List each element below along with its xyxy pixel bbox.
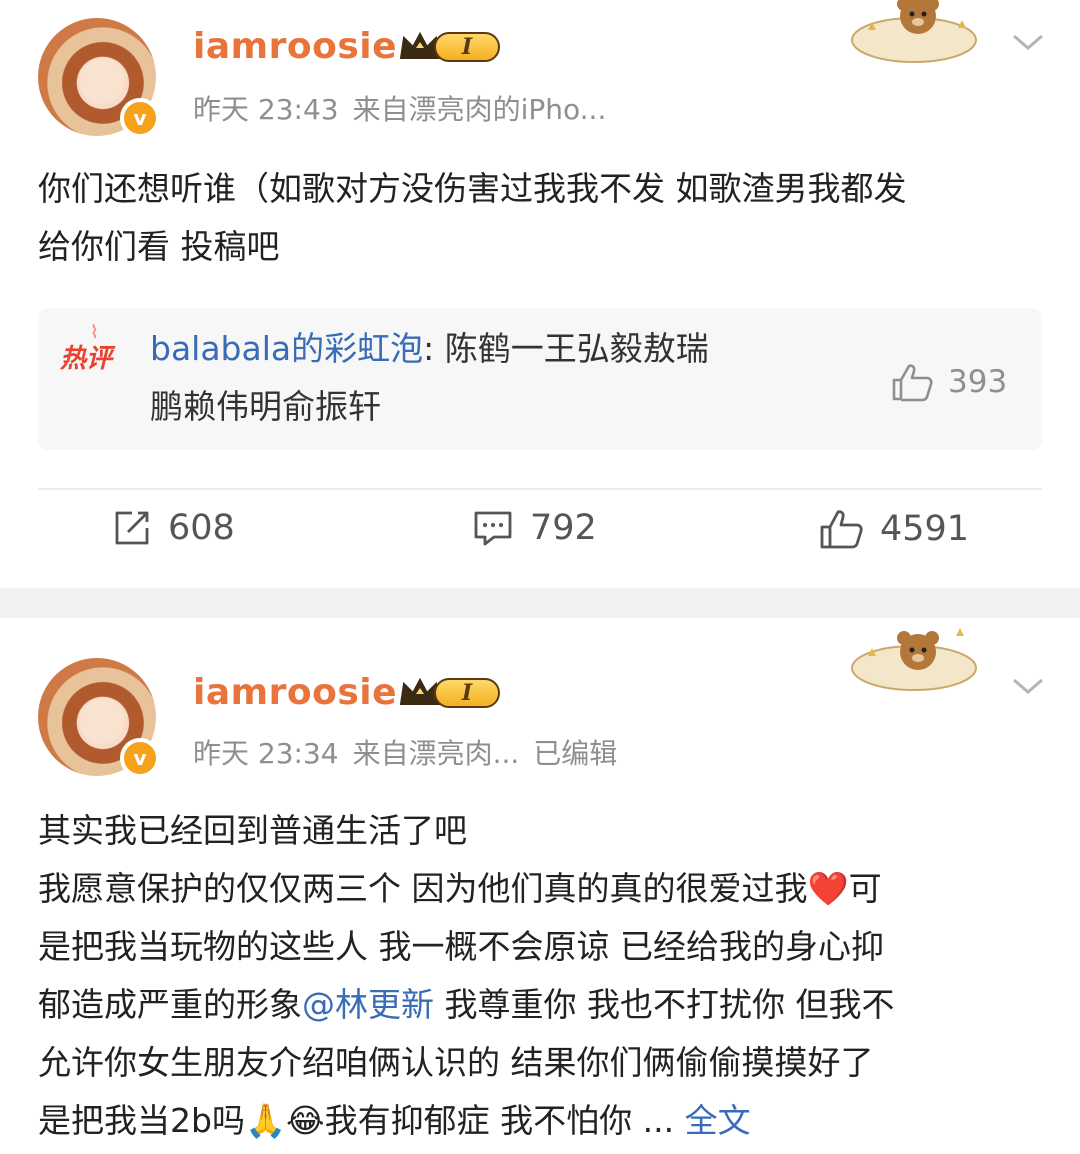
post-time: 昨天 23:34 <box>193 737 339 770</box>
hot-comment-text: balabala的彩虹泡: 陈鹤一王弘毅敖瑞 鹏赖伟明俞振轩 <box>150 320 870 436</box>
like-button[interactable]: 4591 <box>818 508 969 550</box>
level-label: I <box>434 678 500 708</box>
content-text: 我有抑郁症 我不怕你 ... <box>324 1101 675 1140</box>
mention-link[interactable]: @林更新 <box>302 985 434 1024</box>
post-content: 你们还想听谁（如歌对方没伤害过我我不发 如歌渣男我都发 给你们看 投稿吧 <box>38 160 1048 276</box>
repost-icon <box>115 511 149 545</box>
chevron-down-icon[interactable] <box>1010 674 1046 698</box>
post-content: 其实我已经回到普通生活了吧 我愿意保护的仅仅两三个 因为他们真的真的很爱过我❤️… <box>38 802 1048 1150</box>
hot-comment-like-count: 393 <box>948 364 1008 400</box>
content-text: 郁造成严重的形象 <box>38 985 302 1024</box>
card-decoration-sticker <box>851 0 977 63</box>
content-line: 郁造成严重的形象@林更新 我尊重你 我也不打扰你 但我不 <box>38 976 1048 1034</box>
verified-badge-icon: v <box>120 98 160 138</box>
hot-comment-line2: 鹏赖伟明俞振轩 <box>150 387 381 426</box>
divider <box>38 488 1042 490</box>
content-line: 你们还想听谁（如歌对方没伤害过我我不发 如歌渣男我都发 <box>38 169 907 208</box>
crying-laughing-emoji-icon: 😂 <box>286 1101 325 1140</box>
content-text: 我愿意保护的仅仅两三个 因为他们真的真的很爱过我 <box>38 869 808 908</box>
repost-count: 608 <box>168 508 235 548</box>
post-meta: 昨天 23:34 来自漂亮肉... 已编辑 <box>193 732 631 772</box>
thumbs-up-icon <box>892 364 933 402</box>
hot-comment-colon: : <box>423 329 435 368</box>
avatar-face <box>80 58 124 104</box>
post-source: 来自漂亮肉的iPho... <box>352 93 607 126</box>
post-actions-bar: 608 792 4591 <box>0 508 1080 568</box>
level-label: I <box>434 32 500 62</box>
edited-label: 已编辑 <box>533 737 618 770</box>
post-time: 昨天 23:43 <box>193 93 339 126</box>
like-count: 4591 <box>880 509 970 549</box>
content-line: 给你们看 投稿吧 <box>38 227 280 266</box>
hot-comment-line1: 陈鹤一王弘毅敖瑞 <box>434 329 709 368</box>
chevron-down-icon[interactable] <box>1010 30 1046 54</box>
content-line: 是把我当2b吗🙏😂我有抑郁症 我不怕你 ... 全文 <box>38 1092 1048 1150</box>
comment-icon <box>474 511 512 546</box>
card-decoration-sticker <box>851 628 977 691</box>
content-line: 其实我已经回到普通生活了吧 <box>38 811 467 850</box>
praying-hands-emoji-icon: 🙏 <box>244 1101 287 1140</box>
username[interactable]: iamroosie <box>193 672 397 713</box>
hot-tag-label: 热评 <box>60 344 113 374</box>
content-line: 是把我当玩物的这些人 我一概不会原谅 已经给我的身心抑 <box>38 927 884 966</box>
content-text: 是把我当2b吗 <box>38 1101 245 1140</box>
commenter-name[interactable]: balabala的彩虹泡 <box>150 329 423 368</box>
repost-button[interactable]: 608 <box>112 508 235 548</box>
username[interactable]: iamroosie <box>193 26 397 67</box>
hot-comment-box[interactable]: 热评 ⌇ balabala的彩虹泡: 陈鹤一王弘毅敖瑞 鹏赖伟明俞振轩 393 <box>38 308 1042 450</box>
post-source: 来自漂亮肉... <box>352 737 520 770</box>
avatar-face <box>80 698 124 744</box>
member-level-badge[interactable]: I <box>398 28 502 66</box>
weibo-post: v iamroosie I 昨天 23:34 来自漂亮肉... 已编辑 其实我已经回… <box>0 618 1080 1154</box>
comment-button[interactable]: 792 <box>472 508 597 548</box>
hot-comment-tag: 热评 ⌇ <box>60 322 113 375</box>
user-avatar[interactable]: v <box>38 658 160 778</box>
post-separator <box>0 588 1080 618</box>
heart-emoji-icon: ❤️ <box>807 869 849 908</box>
comment-count: 792 <box>530 508 597 548</box>
content-text: 我尊重你 我也不打扰你 但我不 <box>434 985 895 1024</box>
post-meta: 昨天 23:43 来自漂亮肉的iPho... <box>193 88 620 128</box>
content-line: 我愿意保护的仅仅两三个 因为他们真的真的很爱过我❤️可 <box>38 860 1048 918</box>
content-text: 可 <box>848 869 882 908</box>
user-avatar[interactable]: v <box>38 18 160 138</box>
thumbs-up-icon <box>820 510 863 549</box>
flame-icon: ⌇ <box>90 322 99 343</box>
full-text-link[interactable]: 全文 <box>685 1101 751 1140</box>
weibo-post: v iamroosie I 昨天 23:43 来自漂亮肉的iPho... 你们还想… <box>0 0 1080 588</box>
content-line: 允许你女生朋友介绍咱俩认识的 结果你们俩偷偷摸摸好了 <box>38 1043 874 1082</box>
hot-comment-like[interactable]: 393 <box>890 362 1007 402</box>
verified-badge-icon: v <box>120 738 160 778</box>
member-level-badge[interactable]: I <box>398 674 502 712</box>
